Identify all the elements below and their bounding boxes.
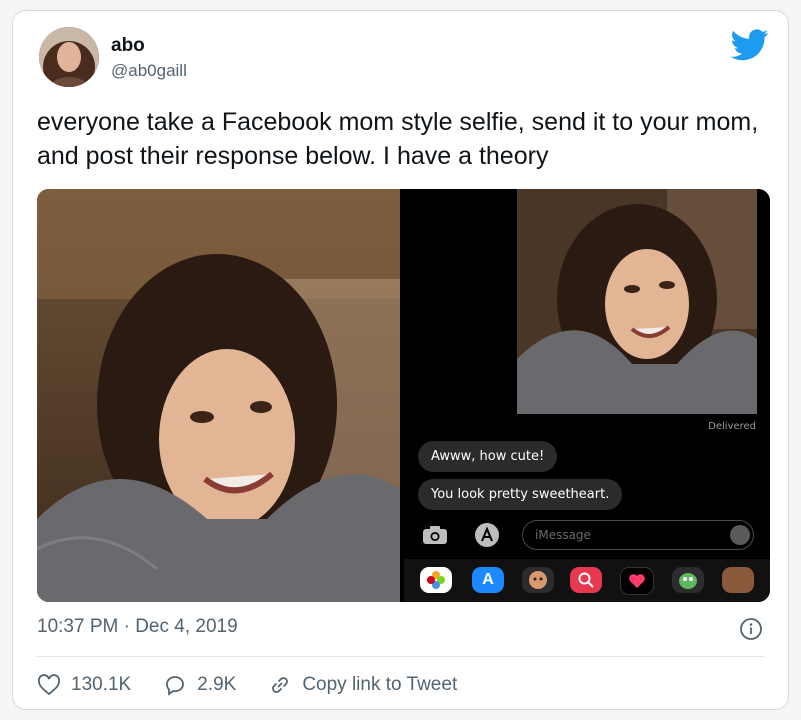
twitter-bird-icon[interactable]: [730, 29, 769, 61]
info-icon[interactable]: [739, 617, 763, 641]
tweet-text: everyone take a Facebook mom style selfi…: [37, 108, 759, 170]
sticker-icon[interactable]: [672, 567, 704, 593]
divider: [37, 656, 764, 657]
username[interactable]: @ab0gaill: [111, 61, 187, 81]
reply-button[interactable]: 2.9K: [163, 674, 236, 696]
selfie-photo[interactable]: [37, 189, 400, 602]
tweet-timestamp[interactable]: 10:37 PM · Dec 4, 2019: [37, 616, 238, 638]
tweet-actions: 130.1K 2.9K Copy link to Tweet: [37, 671, 489, 699]
camera-icon[interactable]: [422, 525, 448, 550]
copy-link-button[interactable]: Copy link to Tweet: [268, 674, 457, 696]
heart-icon: [37, 674, 61, 696]
like-button[interactable]: 130.1K: [37, 674, 131, 696]
app-store-tray-icon[interactable]: A: [472, 567, 504, 593]
message-bubble: Awww, how cute!: [418, 441, 558, 472]
audio-icon[interactable]: [730, 525, 750, 545]
digital-touch-icon[interactable]: [620, 567, 654, 595]
memoji-icon[interactable]: [522, 567, 554, 593]
display-name[interactable]: abo: [111, 35, 145, 57]
like-count: 130.1K: [71, 674, 132, 695]
link-icon: [272, 677, 289, 693]
sent-photo: [517, 189, 757, 414]
tweet-media[interactable]: Delivered Awww, how cute! You look prett…: [37, 189, 770, 602]
search-images-icon[interactable]: [570, 567, 602, 593]
app-store-icon[interactable]: [474, 522, 500, 553]
imessage-screenshot[interactable]: Delivered Awww, how cute! You look prett…: [404, 189, 770, 602]
reply-icon: [166, 676, 185, 696]
photos-icon[interactable]: [420, 567, 452, 593]
reply-count: 2.9K: [197, 674, 237, 695]
message-bubble: You look pretty sweetheart.: [418, 479, 623, 510]
copy-link-label: Copy link to Tweet: [302, 674, 458, 695]
imessage-input[interactable]: iMessage: [522, 520, 754, 550]
more-apps-icon[interactable]: [722, 567, 754, 593]
tweet-card: abo @ab0gaill everyone take a Facebook m…: [12, 10, 789, 710]
delivered-status: Delivered: [708, 421, 756, 432]
avatar[interactable]: [39, 27, 99, 87]
